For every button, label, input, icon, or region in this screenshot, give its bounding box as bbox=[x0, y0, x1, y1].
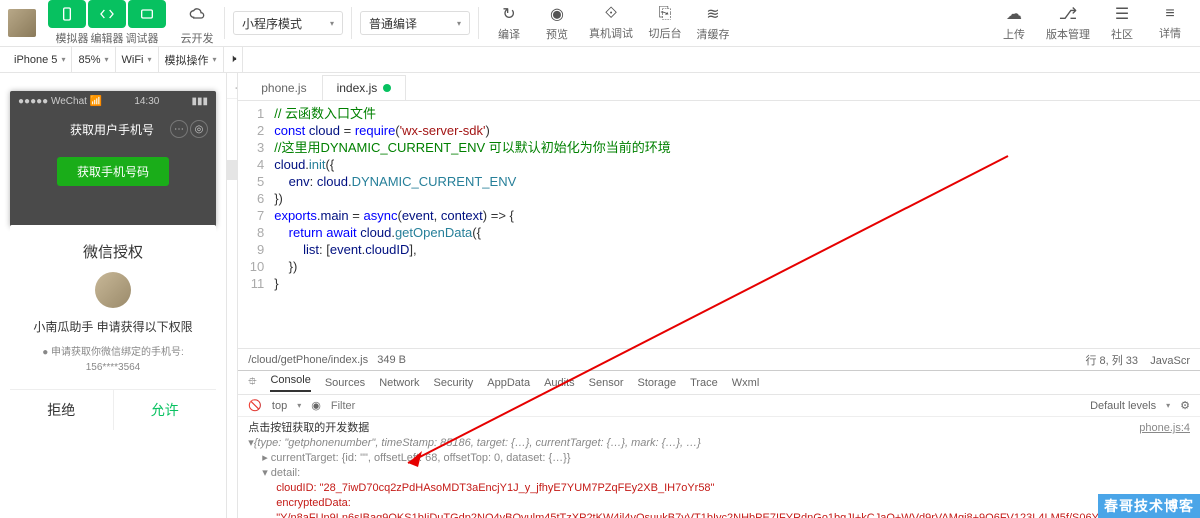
tree-item-async[interactable]: ▸🗀async bbox=[227, 335, 238, 362]
tree-item-index[interactable]: ▸🗀index bbox=[227, 389, 238, 416]
remote-debug-button[interactable]: ⟐真机调试 bbox=[583, 5, 639, 41]
inspector-icon[interactable]: ⯐ bbox=[248, 373, 256, 392]
console-tab-AppData[interactable]: AppData bbox=[487, 377, 530, 389]
phone-frame: ●●●●● WeChat 📶 14:30 ▮▮▮ 获取用户手机号 ⋯◎ 获取手机… bbox=[10, 91, 216, 227]
tree-root[interactable]: ▾☁cloud | test bbox=[227, 99, 238, 133]
mode-select[interactable]: 小程序模式▾ bbox=[233, 11, 343, 35]
tab-phone-js[interactable]: phone.js bbox=[246, 75, 321, 100]
get-phone-button[interactable]: 获取手机号码 bbox=[57, 157, 169, 186]
cloud-dev-button[interactable] bbox=[178, 0, 216, 28]
tree-item-openapi[interactable]: ▸🗀openapiNode.js bbox=[227, 254, 238, 281]
tree-item-logs[interactable]: ▸🗀logs bbox=[227, 443, 238, 470]
tree-item-pages[interactable]: ▾🗀pages bbox=[227, 308, 238, 335]
version-button[interactable]: ⎇版本管理 bbox=[1040, 4, 1096, 42]
editor-label: 编辑器 bbox=[91, 30, 124, 46]
file-tree: + ⚲ ⋯ ⊟ ▾☁cloud | test ▾🗀getPhoneNode.js… bbox=[226, 73, 238, 518]
simulator-button[interactable] bbox=[48, 0, 86, 28]
network-select[interactable]: WiFi▾ bbox=[116, 47, 159, 72]
cloud-dev-label: 云开发 bbox=[181, 30, 214, 46]
phone-header: 获取用户手机号 ⋯◎ bbox=[10, 111, 216, 147]
settings-icon[interactable]: ⚙ bbox=[1180, 399, 1190, 412]
console-tab-Sensor[interactable]: Sensor bbox=[589, 377, 624, 389]
device-select[interactable]: iPhone 5▾ bbox=[8, 47, 72, 72]
close-icon[interactable]: ◎ bbox=[190, 120, 208, 138]
zoom-select[interactable]: 85%▾ bbox=[72, 47, 115, 72]
modal-avatar bbox=[95, 272, 131, 308]
dirty-indicator bbox=[383, 84, 391, 92]
community-button[interactable]: ☰社区 bbox=[1100, 4, 1144, 42]
console-tab-Audits[interactable]: Audits bbox=[544, 377, 575, 389]
menu-icon[interactable]: ⋯ bbox=[170, 120, 188, 138]
tree-item-getPhone[interactable]: ▾🗀getPhoneNode.js bbox=[227, 133, 238, 160]
source-link[interactable]: phone.js:4 bbox=[1139, 421, 1190, 436]
auth-modal: 微信授权 小南瓜助手 申请获得以下权限 ● 申请获取你微信绑定的手机号: 156… bbox=[10, 225, 216, 430]
sub-toolbar: iPhone 5▾ 85%▾ WiFi▾ 模拟操作▾ 🕨 bbox=[0, 47, 1200, 73]
debugger-button[interactable] bbox=[128, 0, 166, 28]
simulator-pane: ●●●●● WeChat 📶 14:30 ▮▮▮ 获取用户手机号 ⋯◎ 获取手机… bbox=[0, 73, 226, 518]
tree-item-pay[interactable]: ▸🗀payNode.js bbox=[227, 281, 238, 308]
tree-item-goods[interactable]: ▸🗀goodsNode.js bbox=[227, 200, 238, 227]
watermark: 春哥技术博客 bbox=[1098, 494, 1200, 518]
sim-ops-select[interactable]: 模拟操作▾ bbox=[159, 47, 224, 72]
details-button[interactable]: ≡详情 bbox=[1148, 5, 1192, 41]
clear-cache-button[interactable]: ≋清缓存 bbox=[691, 4, 735, 42]
deny-button[interactable]: 拒绝 bbox=[10, 390, 114, 430]
console-tab-Security[interactable]: Security bbox=[434, 377, 474, 389]
modal-title: 微信授权 bbox=[22, 241, 204, 262]
tree-item-baiduApi[interactable]: ▸🗀baiduApi bbox=[227, 362, 238, 389]
editor-pane: phone.js index.js 1234567891011 // 云函数入口… bbox=[238, 73, 1200, 518]
editor-tabs: phone.js index.js bbox=[238, 73, 1200, 101]
console-filter-input[interactable] bbox=[331, 400, 1080, 412]
console-output[interactable]: 点击按钮获取的开发数据phone.js:4 ▾{type: "getphonen… bbox=[238, 417, 1200, 518]
background-button[interactable]: ⎘切后台 bbox=[643, 5, 687, 41]
mute-icon[interactable]: 🕨 bbox=[224, 47, 244, 72]
compile-button[interactable]: ↻编译 bbox=[487, 4, 531, 42]
upload-button[interactable]: ☁上传 bbox=[992, 4, 1036, 42]
editor-statusbar: /cloud/getPhone/index.js 349 B 行 8, 列 33… bbox=[238, 348, 1200, 370]
debugger-label: 调试器 bbox=[126, 30, 159, 46]
allow-button[interactable]: 允许 bbox=[114, 390, 217, 430]
phone-status-bar: ●●●●● WeChat 📶 14:30 ▮▮▮ bbox=[10, 91, 216, 111]
tree-item-package-json[interactable]: {}package.json bbox=[227, 180, 238, 200]
top-toolbar: 模拟器 编辑器 调试器 云开发 小程序模式▾ 普通编译▾ ↻编译 ◉预览 ⟐真机… bbox=[0, 0, 1200, 47]
console-tab-Wxml[interactable]: Wxml bbox=[732, 377, 760, 389]
preview-button[interactable]: ◉预览 bbox=[535, 4, 579, 42]
modal-desc: 小南瓜助手 申请获得以下权限 bbox=[22, 318, 204, 335]
tab-index-js[interactable]: index.js bbox=[322, 75, 407, 100]
console-tab-Storage[interactable]: Storage bbox=[638, 377, 677, 389]
compile-select[interactable]: 普通编译▾ bbox=[360, 11, 470, 35]
tree-item-login[interactable]: ▸🗀loginNode.js bbox=[227, 227, 238, 254]
console-tab-Sources[interactable]: Sources bbox=[325, 377, 365, 389]
clear-console-icon[interactable]: 🚫 bbox=[248, 399, 262, 412]
code-editor[interactable]: 1234567891011 // 云函数入口文件 const cloud = r… bbox=[238, 101, 1200, 348]
console-tab-Network[interactable]: Network bbox=[379, 377, 419, 389]
console-tabs: ⯐ Console Sources Network Security AppDa… bbox=[238, 371, 1200, 395]
tree-toolbar: + ⚲ ⋯ ⊟ bbox=[227, 77, 238, 99]
console-tab-Console[interactable]: Console bbox=[270, 374, 310, 392]
tree-item-list[interactable]: ▸🗀list bbox=[227, 416, 238, 443]
modal-sub: ● 申请获取你微信绑定的手机号: 156****3564 bbox=[22, 345, 204, 375]
editor-button[interactable] bbox=[88, 0, 126, 28]
phone-body: 获取手机号码 bbox=[10, 147, 216, 227]
devtools-console: ⯐ Console Sources Network Security AppDa… bbox=[238, 370, 1200, 518]
console-tab-Trace[interactable]: Trace bbox=[690, 377, 718, 389]
context-select[interactable]: top bbox=[272, 400, 287, 412]
simulator-label: 模拟器 bbox=[56, 30, 89, 46]
console-filter-bar: 🚫 top▾ ◉ Default levels▾ ⚙ bbox=[238, 395, 1200, 417]
avatar[interactable] bbox=[8, 9, 36, 37]
tree-item-index-js[interactable]: JSindex.js bbox=[227, 160, 238, 180]
log-levels-select[interactable]: Default levels bbox=[1090, 400, 1156, 412]
